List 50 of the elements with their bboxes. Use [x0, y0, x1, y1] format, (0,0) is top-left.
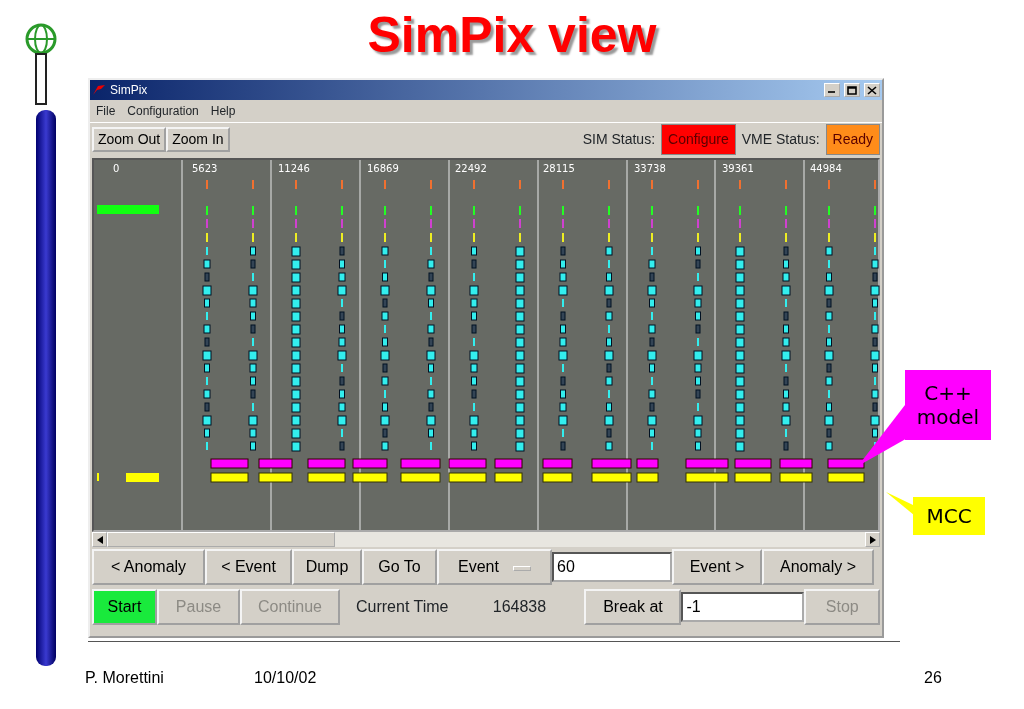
- slide-title: SimPix view: [367, 10, 657, 60]
- close-button[interactable]: [864, 83, 880, 97]
- minimize-button[interactable]: [824, 83, 840, 97]
- menu-item[interactable]: Help: [210, 102, 236, 120]
- break-at-field[interactable]: -1: [681, 592, 805, 622]
- timeline-label: 11246: [278, 163, 310, 174]
- timeline-label: 33738: [634, 163, 666, 174]
- event-input-field[interactable]: 60: [552, 552, 672, 582]
- dropdown-indicator-icon: [512, 565, 531, 571]
- current-time-value: 164838: [491, 597, 548, 617]
- timeline-label: 0: [113, 163, 120, 174]
- scroll-right-button[interactable]: [865, 532, 880, 547]
- nav-button[interactable]: < Anomaly: [92, 549, 205, 585]
- timeline-label: 5623: [192, 163, 218, 174]
- nav-button[interactable]: Go To: [362, 549, 437, 585]
- zoom-button[interactable]: Zoom Out: [92, 127, 167, 152]
- status-indicator: Configure: [661, 124, 736, 155]
- footer-date: 10/10/02: [254, 668, 317, 688]
- maximize-icon: [847, 85, 857, 95]
- footer-author: P. Morettini: [85, 668, 164, 688]
- window-title: SimPix: [110, 82, 148, 99]
- maximize-button[interactable]: [844, 83, 860, 97]
- callout-label: C++ model: [905, 370, 991, 440]
- timeline-label: 39361: [722, 163, 754, 174]
- minimize-icon: [828, 91, 836, 94]
- nav-button[interactable]: Dump: [292, 549, 362, 585]
- timeline-label: 28115: [543, 163, 575, 174]
- nav-button[interactable]: Anomaly >: [762, 549, 874, 585]
- timeline-label: 44984: [810, 163, 842, 174]
- scrollbar-thumb[interactable]: [107, 532, 335, 547]
- nav-button[interactable]: Event >: [672, 549, 762, 585]
- status-label: SIM Status:: [581, 130, 656, 149]
- right-arrow-icon: [869, 535, 876, 544]
- nav-button[interactable]: < Event: [205, 549, 292, 585]
- current-time-label: Current Time: [355, 597, 450, 617]
- break-at-button[interactable]: Break at: [584, 589, 682, 625]
- feather-icon: [92, 84, 106, 96]
- timeline-label: 22492: [455, 163, 487, 174]
- left-arrow-icon: [96, 535, 103, 544]
- run-button[interactable]: Start: [92, 589, 157, 625]
- menu-item[interactable]: File: [96, 102, 116, 120]
- slide-number: 26: [924, 668, 942, 688]
- zoom-button[interactable]: Zoom In: [166, 127, 230, 152]
- status-indicator: Ready: [825, 124, 880, 155]
- scroll-left-button[interactable]: [92, 532, 107, 547]
- close-icon: [867, 85, 877, 95]
- menu-item[interactable]: Configuration: [127, 102, 199, 120]
- timeline-label: 16869: [367, 163, 399, 174]
- event-mode-dropdown[interactable]: Event: [437, 549, 552, 585]
- status-label: VME Status:: [740, 130, 821, 149]
